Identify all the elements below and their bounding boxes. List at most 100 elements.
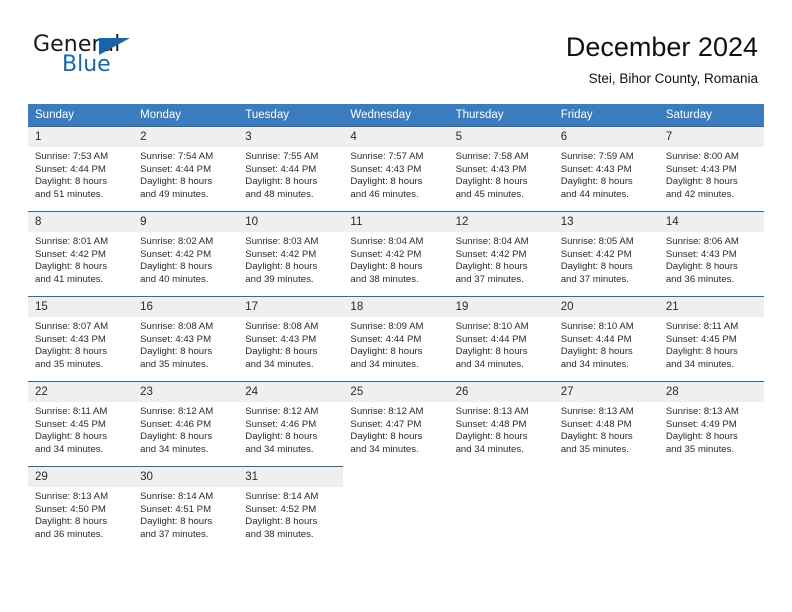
sunset-text: Sunset: 4:45 PM	[665, 333, 737, 345]
calendar-day-cell[interactable]: 23 Sunrise: 8:12 AM Sunset: 4:46 PM Dayligh…	[133, 381, 239, 467]
day-number	[659, 467, 764, 487]
weekday-header-friday: Friday	[553, 104, 659, 127]
sunset-text: Sunset: 4:43 PM	[665, 163, 737, 175]
sunrise-text: Sunrise: 8:14 AM	[245, 491, 319, 502]
calendar-day-cell[interactable]: 7 Sunrise: 8:00 AM Sunset: 4:43 PM Daylight…	[658, 126, 764, 212]
calendar-day-cell[interactable]: 22 Sunrise: 8:11 AM Sunset: 4:45 PM Dayligh…	[28, 381, 134, 467]
calendar-week-row: 1 Sunrise: 7:53 AM Sunset: 4:44 PM Daylight…	[28, 126, 764, 212]
calendar-day-cell[interactable]: 11 Sunrise: 8:04 AM Sunset: 4:42 PM Dayligh…	[343, 211, 449, 297]
daylight-text-line1: Daylight: 8 hours	[350, 346, 423, 358]
calendar-day-cell[interactable]: 25 Sunrise: 8:12 AM Sunset: 4:47 PM Dayligh…	[343, 381, 449, 467]
sunset-text: Sunset: 4:42 PM	[455, 248, 527, 260]
sunrise-text: Sunrise: 7:53 AM	[35, 151, 109, 162]
calendar-day-cell[interactable]: 24 Sunrise: 8:12 AM Sunset: 4:46 PM Dayligh…	[238, 381, 344, 467]
page-subtitle: Stei, Bihor County, Romania	[588, 71, 758, 86]
calendar-day-cell[interactable]: 18 Sunrise: 8:09 AM Sunset: 4:44 PM Dayligh…	[343, 296, 449, 382]
sunrise-text: Sunrise: 8:11 AM	[665, 321, 739, 332]
day-details: Sunrise: 8:09 AM Sunset: 4:44 PM Daylight:…	[343, 317, 448, 371]
day-details: Sunrise: 8:05 AM Sunset: 4:42 PM Daylight:…	[554, 232, 659, 286]
day-details: Sunrise: 8:02 AM Sunset: 4:42 PM Daylight:…	[133, 232, 238, 286]
daylight-text-line1: Daylight: 8 hours	[245, 346, 318, 358]
daylight-text-line2: and 34 minutes.	[350, 443, 419, 455]
daylight-text-line2: and 38 minutes.	[245, 528, 314, 540]
calendar-day-cell[interactable]: 29 Sunrise: 8:13 AM Sunset: 4:50 PM Dayligh…	[28, 466, 134, 551]
daylight-text-line2: and 35 minutes.	[140, 358, 209, 370]
calendar-day-cell[interactable]: 9 Sunrise: 8:02 AM Sunset: 4:42 PM Daylight…	[133, 211, 239, 297]
daylight-text-line2: and 51 minutes.	[35, 188, 104, 200]
daylight-text-line1: Daylight: 8 hours	[140, 261, 213, 273]
calendar-day-cell[interactable]: 26 Sunrise: 8:13 AM Sunset: 4:48 PM Dayligh…	[448, 381, 554, 467]
calendar-day-cell[interactable]: 4 Sunrise: 7:57 AM Sunset: 4:43 PM Daylight…	[343, 126, 449, 212]
calendar-day-cell[interactable]: 6 Sunrise: 7:59 AM Sunset: 4:43 PM Daylight…	[553, 126, 659, 212]
sunrise-text: Sunrise: 8:08 AM	[245, 321, 319, 332]
calendar-day-cell[interactable]: 19 Sunrise: 8:10 AM Sunset: 4:44 PM Dayligh…	[448, 296, 554, 382]
day-details: Sunrise: 8:04 AM Sunset: 4:42 PM Daylight:…	[449, 232, 554, 286]
calendar-day-cell[interactable]: 27 Sunrise: 8:13 AM Sunset: 4:48 PM Dayligh…	[553, 381, 659, 467]
general-blue-logo[interactable]: General Blue	[33, 34, 233, 82]
sunrise-text: Sunrise: 8:13 AM	[35, 491, 109, 502]
day-details: Sunrise: 8:14 AM Sunset: 4:51 PM Daylight:…	[133, 487, 238, 541]
day-details: Sunrise: 8:13 AM Sunset: 4:49 PM Daylight:…	[659, 402, 764, 456]
weekday-header-monday: Monday	[133, 104, 239, 127]
sunset-text: Sunset: 4:44 PM	[140, 163, 212, 175]
calendar-week-row: 29 Sunrise: 8:13 AM Sunset: 4:50 PM Dayligh…	[28, 466, 764, 551]
calendar-day-cell[interactable]: 30 Sunrise: 8:14 AM Sunset: 4:51 PM Dayligh…	[133, 466, 239, 551]
calendar-day-cell[interactable]: 12 Sunrise: 8:04 AM Sunset: 4:42 PM Dayligh…	[448, 211, 554, 297]
daylight-text-line2: and 35 minutes.	[35, 358, 104, 370]
daylight-text-line2: and 38 minutes.	[350, 273, 419, 285]
calendar-day-cell[interactable]: 10 Sunrise: 8:03 AM Sunset: 4:42 PM Dayligh…	[238, 211, 344, 297]
calendar-day-cell[interactable]: 17 Sunrise: 8:08 AM Sunset: 4:43 PM Dayligh…	[238, 296, 344, 382]
daylight-text-line2: and 45 minutes.	[455, 188, 524, 200]
day-details: Sunrise: 7:53 AM Sunset: 4:44 PM Daylight:…	[28, 147, 133, 201]
sunset-text: Sunset: 4:47 PM	[350, 418, 422, 430]
sunrise-text: Sunrise: 8:12 AM	[350, 406, 424, 417]
day-details: Sunrise: 7:54 AM Sunset: 4:44 PM Daylight:…	[133, 147, 238, 201]
calendar-day-cell[interactable]: 15 Sunrise: 8:07 AM Sunset: 4:43 PM Dayligh…	[28, 296, 134, 382]
calendar-day-cell[interactable]: 16 Sunrise: 8:08 AM Sunset: 4:43 PM Dayligh…	[133, 296, 239, 382]
day-details: Sunrise: 8:07 AM Sunset: 4:43 PM Daylight:…	[28, 317, 133, 371]
sunset-text: Sunset: 4:46 PM	[245, 418, 317, 430]
sunset-text: Sunset: 4:49 PM	[665, 418, 737, 430]
day-details: Sunrise: 7:55 AM Sunset: 4:44 PM Daylight:…	[238, 147, 343, 201]
daylight-text-line2: and 34 minutes.	[665, 358, 735, 370]
day-number: 18	[343, 297, 449, 317]
day-number: 9	[133, 212, 239, 232]
daylight-text-line1: Daylight: 8 hours	[140, 346, 213, 358]
calendar-table: Sunday Monday Tuesday Wednesday Thursday Frid…	[28, 104, 764, 551]
day-details: Sunrise: 8:13 AM Sunset: 4:48 PM Daylight:…	[449, 402, 554, 456]
calendar-day-cell[interactable]: 21 Sunrise: 8:11 AM Sunset: 4:45 PM Dayligh…	[658, 296, 764, 382]
day-number: 24	[238, 382, 344, 402]
sunset-text: Sunset: 4:44 PM	[455, 333, 527, 345]
calendar-page: General Blue December 2024 Stei, Bihor C…	[0, 0, 792, 612]
sunrise-text: Sunrise: 8:13 AM	[665, 406, 739, 417]
daylight-text-line1: Daylight: 8 hours	[665, 261, 738, 273]
daylight-text-line2: and 34 minutes.	[560, 358, 629, 370]
sunset-text: Sunset: 4:44 PM	[35, 163, 106, 175]
sunrise-text: Sunrise: 8:02 AM	[140, 236, 214, 247]
day-details: Sunrise: 8:08 AM Sunset: 4:43 PM Daylight:…	[238, 317, 343, 371]
calendar-week-row: 15 Sunrise: 8:07 AM Sunset: 4:43 PM Dayligh…	[28, 296, 764, 382]
calendar-day-cell[interactable]: 3 Sunrise: 7:55 AM Sunset: 4:44 PM Daylight…	[238, 126, 344, 212]
day-number: 5	[448, 127, 554, 147]
sunrise-text: Sunrise: 7:59 AM	[560, 151, 634, 162]
day-number: 8	[28, 212, 134, 232]
calendar-header-row: Sunday Monday Tuesday Wednesday Thursday Frid…	[28, 104, 764, 127]
daylight-text-line2: and 34 minutes.	[350, 358, 419, 370]
daylight-text-line1: Daylight: 8 hours	[455, 346, 528, 358]
calendar-day-cell[interactable]: 31 Sunrise: 8:14 AM Sunset: 4:52 PM Dayligh…	[238, 466, 344, 551]
daylight-text-line1: Daylight: 8 hours	[455, 176, 528, 188]
day-details: Sunrise: 7:59 AM Sunset: 4:43 PM Daylight:…	[554, 147, 659, 201]
calendar-day-cell[interactable]: 13 Sunrise: 8:05 AM Sunset: 4:42 PM Dayligh…	[553, 211, 659, 297]
sunrise-text: Sunrise: 8:10 AM	[560, 321, 634, 332]
daylight-text-line2: and 34 minutes.	[245, 358, 314, 370]
sunrise-text: Sunrise: 8:08 AM	[140, 321, 214, 332]
calendar-day-cell[interactable]: 8 Sunrise: 8:01 AM Sunset: 4:42 PM Daylight…	[28, 211, 134, 297]
calendar-day-cell[interactable]: 5 Sunrise: 7:58 AM Sunset: 4:43 PM Daylight…	[448, 126, 554, 212]
day-number: 1	[28, 127, 134, 147]
calendar-week-row: 22 Sunrise: 8:11 AM Sunset: 4:45 PM Dayligh…	[28, 381, 764, 467]
calendar-day-cell[interactable]: 28 Sunrise: 8:13 AM Sunset: 4:49 PM Dayligh…	[658, 381, 764, 467]
calendar-day-cell[interactable]: 2 Sunrise: 7:54 AM Sunset: 4:44 PM Daylight…	[133, 126, 239, 212]
calendar-day-cell[interactable]: 1 Sunrise: 7:53 AM Sunset: 4:44 PM Daylight…	[28, 126, 134, 212]
calendar-day-cell[interactable]: 20 Sunrise: 8:10 AM Sunset: 4:44 PM Dayligh…	[553, 296, 659, 382]
calendar-day-cell[interactable]: 14 Sunrise: 8:06 AM Sunset: 4:43 PM Dayligh…	[658, 211, 764, 297]
